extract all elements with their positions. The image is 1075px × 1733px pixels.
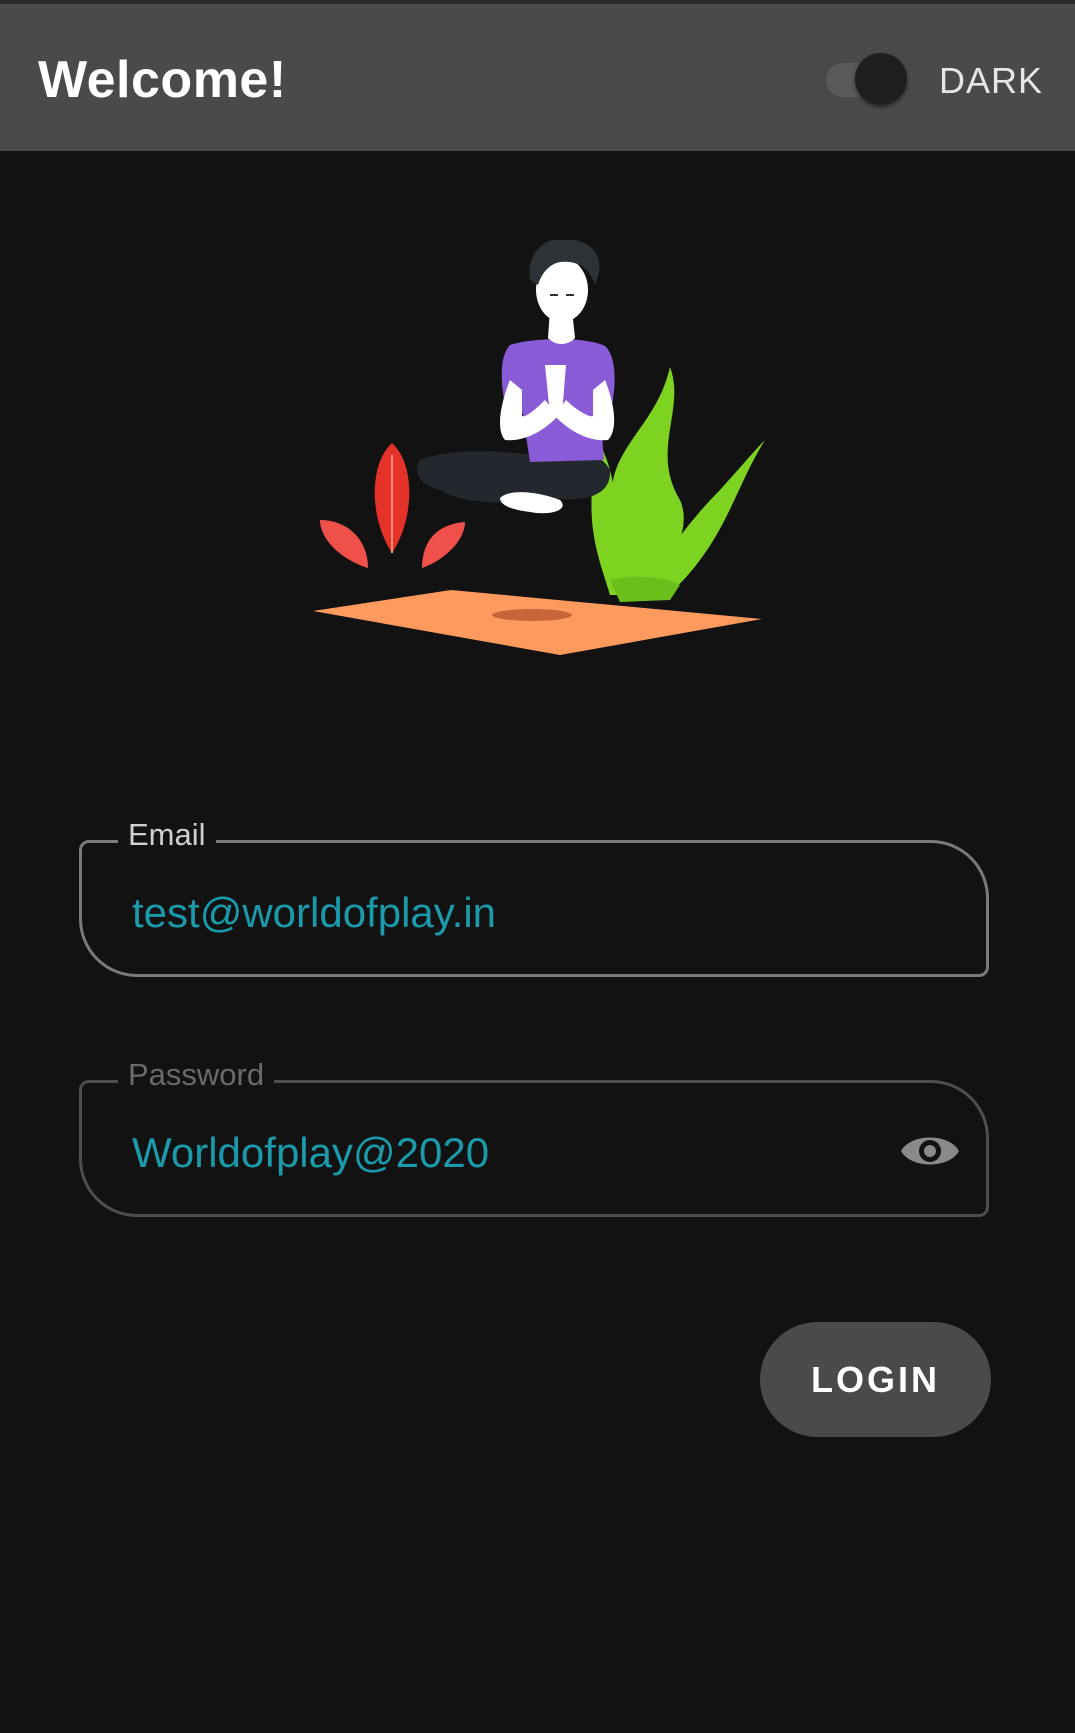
theme-toggle[interactable] xyxy=(826,52,910,106)
password-input[interactable] xyxy=(132,1129,872,1177)
password-label: Password xyxy=(118,1057,275,1093)
password-field[interactable]: Password xyxy=(79,1057,989,1217)
email-label: Email xyxy=(118,817,216,853)
email-input[interactable] xyxy=(132,889,872,937)
toggle-thumb xyxy=(855,53,907,105)
eye-icon[interactable] xyxy=(899,1127,961,1175)
login-button[interactable]: LOGIN xyxy=(760,1322,991,1437)
theme-label: DARK xyxy=(939,60,1044,101)
page-title: Welcome! xyxy=(38,51,287,109)
app-bar: Welcome! xyxy=(0,4,1075,151)
meditation-illustration xyxy=(313,240,765,655)
email-field[interactable]: Email xyxy=(79,817,989,977)
